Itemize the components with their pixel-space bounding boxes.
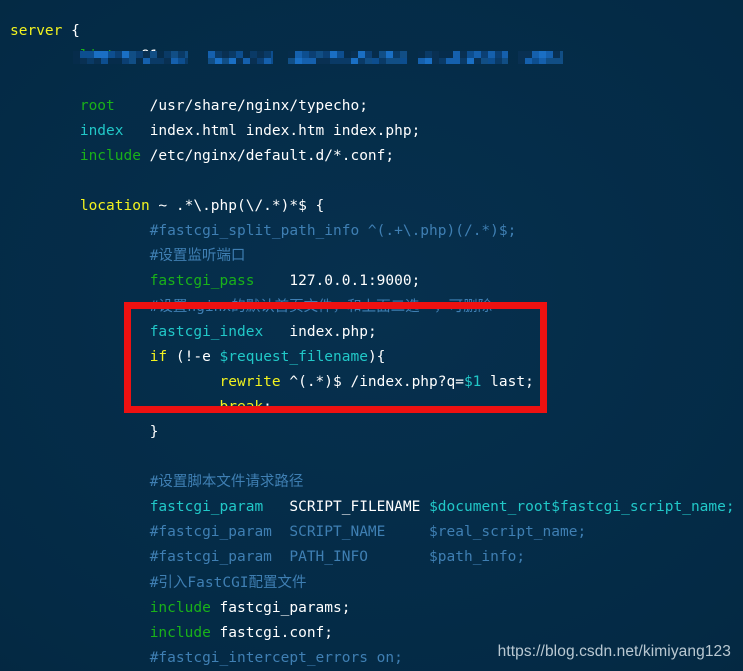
token-keyword: if [149, 348, 168, 365]
token-directive: include [149, 624, 211, 641]
token-keyword: break [219, 398, 264, 415]
token-comment: #引入FastCGI配置文件 [149, 574, 307, 591]
code-line: #设置nginx的默认首页文件，和上面二选一，可删除 [0, 295, 735, 320]
code-line: #fastcgi_param PATH_INFO $path_info; [0, 545, 735, 570]
code-block: server { listen 81; root /usr/share/ngin… [0, 15, 735, 671]
token-comment: #fastcgi_param PATH_INFO $path_info; [149, 549, 526, 566]
token-comment: #设置监听端口 [149, 248, 246, 265]
code-line: if (!-e $request_filename){ [0, 345, 735, 370]
token-plain: fastcgi.conf; [210, 624, 334, 641]
code-line: root /usr/share/nginx/typecho; [0, 94, 735, 119]
code-line: #引入FastCGI配置文件 [0, 571, 735, 596]
token-comment: #fastcgi_param SCRIPT_NAME $real_script_… [149, 524, 587, 541]
token-directive: fastcgi_index [149, 323, 264, 340]
code-line: index index.html index.htm index.php; [0, 119, 735, 144]
token-plain: SCRIPT_FILENAME [263, 499, 430, 516]
token-keyword: server [10, 22, 63, 39]
token-variable: $document_root$fastcgi_script_name; [429, 499, 735, 516]
token-plain: } [149, 424, 159, 440]
token-plain: last; [481, 373, 534, 390]
token-plain: (!-e [167, 348, 220, 365]
token-plain: ^(.*)$ /index.php?q= [280, 373, 464, 390]
token-directive: index [79, 122, 124, 139]
code-line: location ~ .*\.php(\/.*)*$ { [0, 194, 735, 219]
token-plain: ){ [367, 348, 386, 365]
token-comment: #设置nginx的默认首页文件，和上面二选一，可删除 [149, 298, 493, 315]
watermark-url: https://blog.csdn.net/kimiyang123 [497, 643, 731, 660]
token-plain: ~ .*\.php(\/.*)*$ { [149, 198, 325, 215]
token-directive: include [149, 599, 211, 616]
code-line: fastcgi_pass 127.0.0.1:9000; [0, 269, 735, 294]
token-keyword: rewrite [219, 373, 281, 390]
token-comment: #fastcgi_split_path_info ^(.+\.php)(/.*)… [149, 223, 517, 240]
code-line: #设置监听端口 [0, 244, 735, 269]
token-plain: index.php; [263, 323, 377, 340]
token-directive: root [79, 97, 115, 114]
code-line: fastcgi_param SCRIPT_FILENAME $document_… [0, 495, 735, 520]
token-comment: #设置脚本文件请求路径 [149, 474, 304, 491]
code-line: #fastcgi_param SCRIPT_NAME $real_script_… [0, 520, 735, 545]
token-directive: fastcgi_param [149, 499, 264, 516]
token-plain: 127.0.0.1:9000; [254, 273, 421, 290]
code-line: server { [0, 19, 735, 44]
code-line: break; [0, 395, 735, 420]
token-directive: fastcgi_pass [149, 273, 255, 290]
token-directive: include [79, 147, 141, 164]
token-comment: #fastcgi_intercept_errors on; [149, 649, 403, 666]
code-line: #fastcgi_split_path_info ^(.+\.php)(/.*)… [0, 219, 735, 244]
code-line: } [0, 420, 735, 445]
code-line: include /etc/nginx/default.d/*.conf; [0, 144, 735, 169]
code-line: #设置脚本文件请求路径 [0, 470, 735, 495]
censored-mosaic-overlay [73, 51, 573, 65]
token-keyword: location [79, 198, 150, 215]
token-plain: index.html index.htm index.php; [123, 122, 421, 139]
token-variable: $1 [463, 373, 482, 390]
token-plain: /etc/nginx/default.d/*.conf; [140, 147, 395, 164]
code-line: fastcgi_index index.php; [0, 320, 735, 345]
code-line-censored [0, 69, 735, 94]
token-plain: { [62, 22, 80, 39]
token-plain: ; [263, 398, 272, 415]
token-plain: /usr/share/nginx/typecho; [114, 97, 368, 114]
code-screenshot: server { listen 81; root /usr/share/ngin… [0, 0, 743, 671]
code-line: include fastcgi_params; [0, 596, 735, 621]
token-variable: $request_filename [219, 348, 368, 365]
code-line: rewrite ^(.*)$ /index.php?q=$1 last; [0, 370, 735, 395]
token-plain: fastcgi_params; [210, 599, 351, 616]
